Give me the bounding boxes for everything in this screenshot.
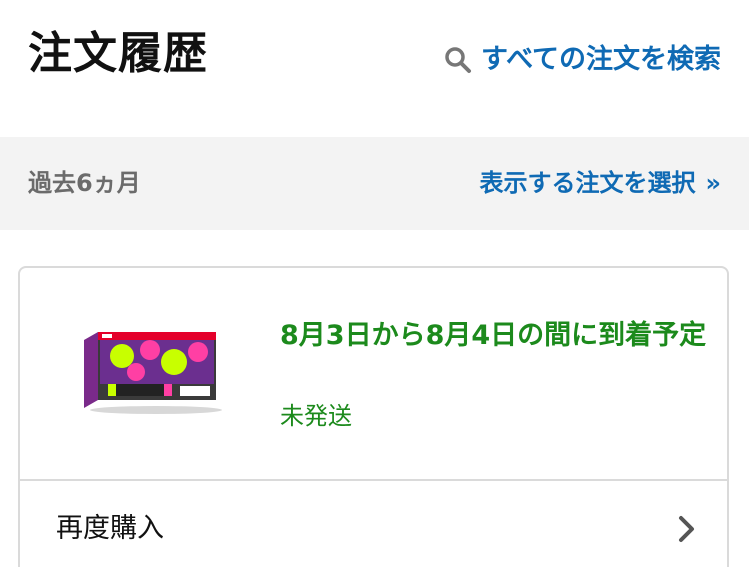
filter-period-label: 過去6ヵ月 xyxy=(28,169,141,197)
select-orders-label: 表示する注文を選択 xyxy=(479,169,696,197)
delivery-estimate: 8月3日から8月4日の間に到着予定 xyxy=(280,320,707,351)
order-summary[interactable]: 8月3日から8月4日の間に到着予定 未発送 xyxy=(20,268,727,479)
order-history-page: 注文履歴 すべての注文を検索 過去6ヵ月 表示する注文を選択 » 8月3日から8… xyxy=(0,0,749,567)
product-image[interactable] xyxy=(78,328,228,414)
buy-again-button[interactable]: 再度購入 xyxy=(20,481,727,567)
search-all-orders-label: すべての注文を検索 xyxy=(480,44,721,75)
buy-again-label: 再度購入 xyxy=(56,513,164,544)
filter-bar: 過去6ヵ月 表示する注文を選択 » xyxy=(0,137,749,230)
search-all-orders-link[interactable]: すべての注文を検索 xyxy=(443,40,721,80)
search-icon xyxy=(443,45,473,75)
double-chevron-right-icon: » xyxy=(705,169,721,197)
select-orders-link[interactable]: 表示する注文を選択 » xyxy=(479,165,721,201)
shipping-status: 未発送 xyxy=(280,402,352,430)
order-card: 8月3日から8月4日の間に到着予定 未発送 再度購入 xyxy=(18,266,729,567)
header: 注文履歴 すべての注文を検索 xyxy=(0,0,749,137)
page-title: 注文履歴 xyxy=(28,28,208,79)
chevron-right-icon xyxy=(677,515,697,543)
